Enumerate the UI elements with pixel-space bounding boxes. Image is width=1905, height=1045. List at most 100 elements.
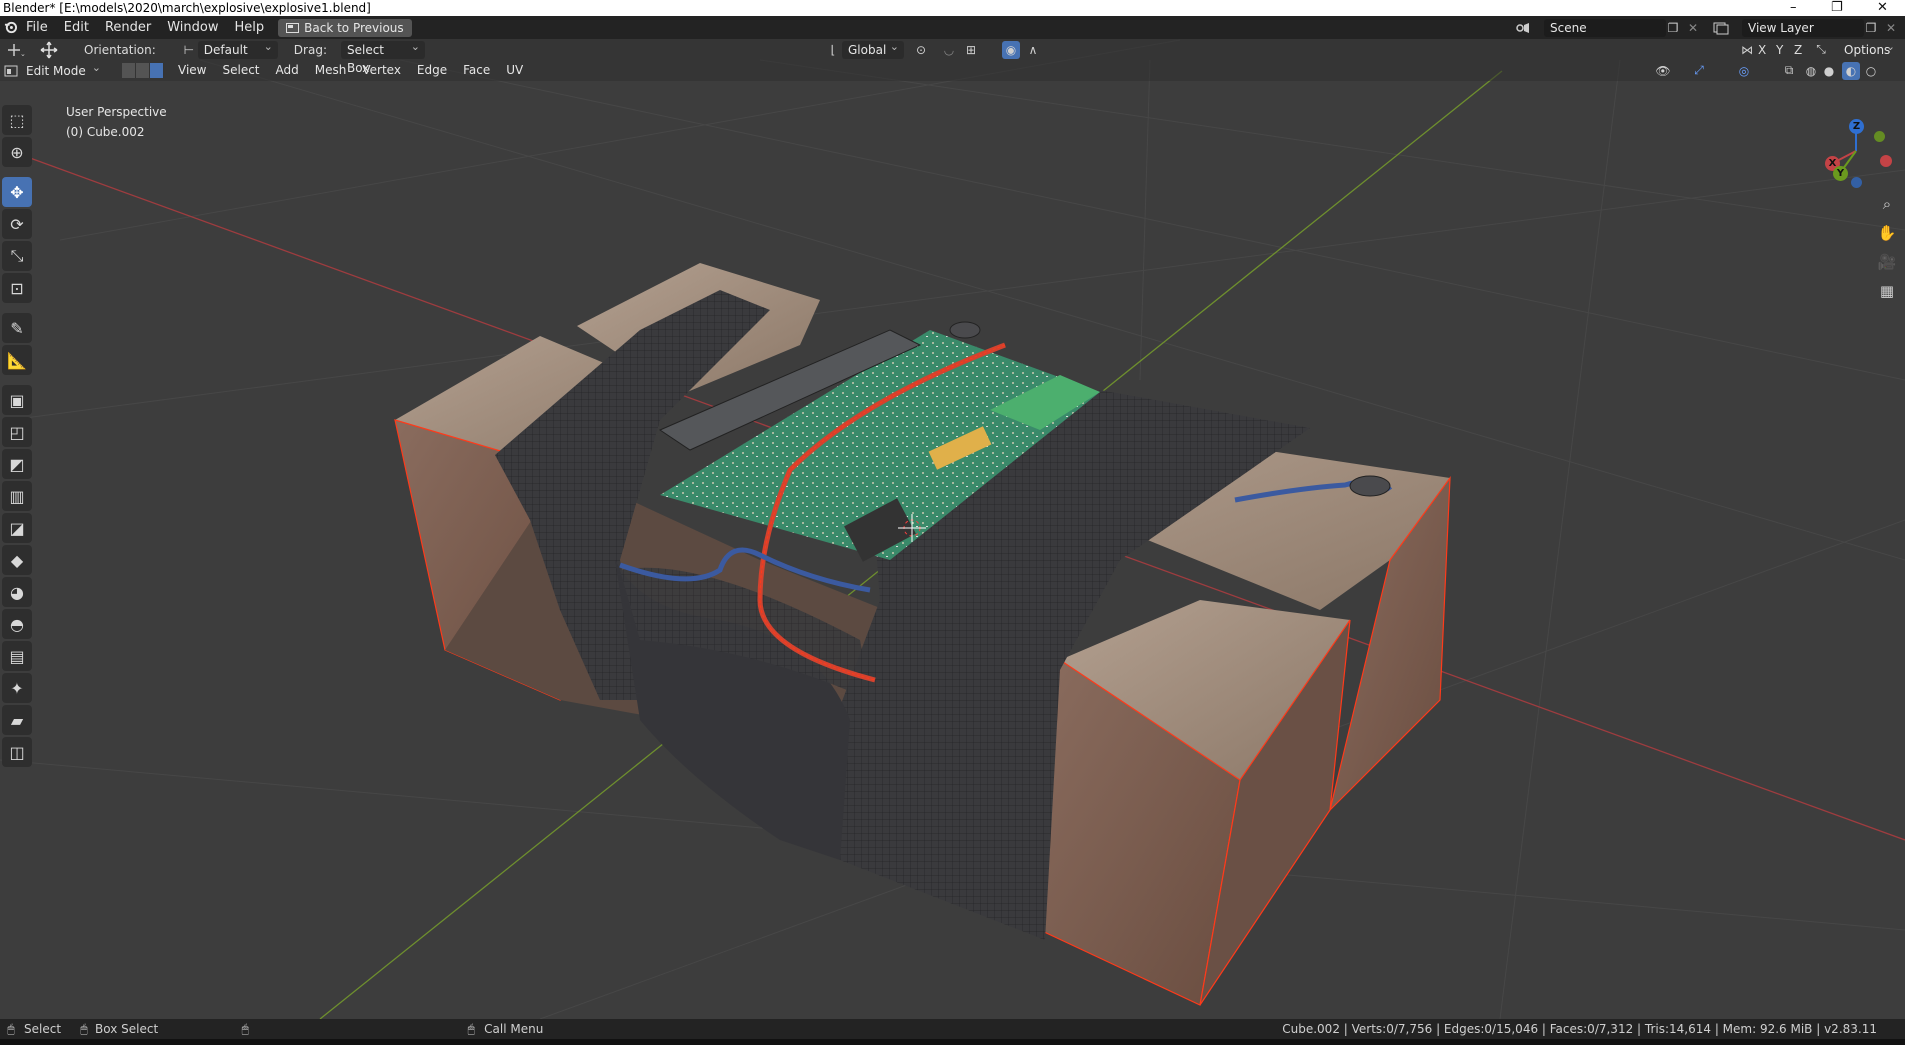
new-scene-icon[interactable]: ❐ (1664, 19, 1682, 37)
scale-icon[interactable]: ⤡ (2, 241, 32, 271)
vertex-select-icon[interactable] (122, 63, 136, 78)
menu-file[interactable]: File (18, 16, 56, 39)
snap-target-icon[interactable]: ⊞ (962, 41, 980, 59)
tool-settings-icon[interactable]: ⌄ (2, 41, 28, 59)
gizmo-y-axis[interactable]: Y (1833, 166, 1848, 181)
back-to-previous-button[interactable]: Back to Previous (278, 18, 412, 37)
snap-icon[interactable]: ◡ (940, 41, 958, 59)
zoom-icon[interactable]: ⌕ (1874, 191, 1900, 217)
falloff-icon[interactable]: ∧ (1024, 41, 1042, 59)
delete-view-layer-icon[interactable]: ✕ (1882, 19, 1900, 37)
mode-dropdown[interactable]: Edit Mode (20, 59, 106, 80)
close-icon[interactable]: ✕ (1877, 0, 1888, 16)
menu-mesh[interactable]: Mesh (307, 59, 355, 82)
xray-toggle-icon[interactable]: ⧉ (1780, 62, 1798, 80)
extrude-icon[interactable]: ▣ (2, 385, 32, 415)
select-mode-toggle[interactable] (122, 63, 164, 78)
viewport-header: Edit Mode View Select Add Mesh Vertex Ed… (0, 59, 1905, 82)
proportional-editing-icon[interactable]: ◉ (1002, 40, 1020, 59)
drag-label: Drag: (293, 42, 327, 57)
poly-build-icon[interactable]: ◆ (2, 545, 32, 575)
overlay-toggle-icon[interactable]: ◎ (1735, 62, 1753, 80)
loop-cut-icon[interactable]: ▥ (2, 481, 32, 511)
move-icon[interactable]: ✥ (2, 177, 32, 207)
orientation-dropdown[interactable]: Default (197, 39, 278, 59)
scene-name-field[interactable]: Scene (1544, 19, 1666, 37)
menu-uv[interactable]: UV (498, 59, 531, 82)
gizmo-neg-y[interactable] (1874, 131, 1885, 142)
navigation-gizmo[interactable]: Z X Y (1816, 111, 1896, 191)
face-select-icon[interactable] (150, 63, 164, 78)
blender-logo-icon[interactable] (2, 19, 18, 37)
shear-icon[interactable]: ▰ (2, 705, 32, 735)
gizmo-neg-x[interactable] (1880, 155, 1892, 167)
rotate-icon[interactable]: ⟳ (2, 209, 32, 239)
visibility-icon[interactable]: 👁 (1654, 62, 1672, 80)
menu-select[interactable]: Select (214, 59, 267, 82)
rip-icon[interactable]: ◫ (2, 737, 32, 767)
tool-settings-header: ⌄ Orientation: ⊢ Default Drag: Select Bo… (0, 39, 1905, 75)
menu-edge[interactable]: Edge (409, 59, 455, 82)
knife-icon[interactable]: ◪ (2, 513, 32, 543)
pan-hand-icon[interactable]: ✋ (1874, 220, 1900, 246)
mouse-right-menu-icon: 🖱 (467, 1021, 475, 1036)
new-view-layer-icon[interactable]: ❐ (1862, 19, 1880, 37)
annotate-icon[interactable]: ✎ (2, 313, 32, 343)
pivot-point-icon[interactable]: ⊙ (912, 41, 930, 59)
menu-view[interactable]: View (170, 59, 214, 82)
gizmo-z-axis[interactable]: Z (1849, 119, 1864, 134)
spin-icon[interactable]: ◕ (2, 577, 32, 607)
left-toolbar: ⬚ ⊕ ✥ ⟳ ⤡ ⊡ ✎ 📐 ▣ ◰ ◩ ▥ ◪ ◆ ◕ ◓ ▤ ✦ ▰ ◫ (0, 103, 34, 769)
move-tool-icon[interactable] (40, 41, 58, 59)
transform-orientation-icon: ⌊ (830, 42, 836, 57)
menu-face[interactable]: Face (455, 59, 498, 82)
transform-orientation-dropdown[interactable]: Global (842, 39, 904, 59)
menu-add[interactable]: Add (268, 59, 307, 82)
wireframe-shading-icon[interactable]: ◍ (1802, 62, 1820, 80)
edge-select-icon[interactable] (136, 63, 150, 78)
select-box-icon[interactable]: ⬚ (2, 105, 32, 135)
orientation-icon: ⊢ (183, 42, 195, 57)
mouse-right-icon: 🖱 (80, 1021, 88, 1036)
status-box-select-label: Box Select (95, 1022, 159, 1036)
tool-header-area: ⌄ Orientation: ⊢ Default Drag: Select Bo… (0, 39, 1905, 81)
edge-slide-icon[interactable]: ▤ (2, 641, 32, 671)
gizmo-neg-z[interactable] (1851, 177, 1862, 188)
menu-edit[interactable]: Edit (56, 16, 97, 39)
menu-window[interactable]: Window (159, 16, 226, 39)
perspective-toggle-icon[interactable]: ▦ (1874, 278, 1900, 304)
menu-render[interactable]: Render (97, 16, 159, 39)
minimize-icon[interactable]: – (1790, 0, 1797, 16)
mirror-axis-y[interactable]: Y (1776, 43, 1783, 57)
mirror-axis-x[interactable]: X (1758, 43, 1766, 57)
view-layer-name-field[interactable]: View Layer (1742, 19, 1864, 37)
orientation-label: Orientation: (84, 42, 156, 57)
restore-icon[interactable]: ❐ (1831, 0, 1843, 16)
gizmo-toggle-icon[interactable]: ⤢ (1690, 62, 1708, 80)
menu-help[interactable]: Help (227, 16, 273, 39)
editor-type-icon[interactable] (2, 62, 20, 80)
drag-dropdown[interactable]: Select Box (340, 39, 425, 75)
transform-icon[interactable]: ⊡ (2, 273, 32, 303)
camera-view-icon[interactable]: 🎥 (1874, 249, 1900, 275)
mirror-axis-z[interactable]: Z (1794, 43, 1802, 57)
auto-merge-icon[interactable]: ⤡ (1812, 41, 1830, 59)
view-layer-icon[interactable] (1712, 19, 1730, 37)
menu-vertex[interactable]: Vertex (354, 59, 409, 82)
mirror-icon[interactable]: ⋈ (1738, 41, 1756, 59)
delete-scene-icon[interactable]: ✕ (1684, 19, 1702, 37)
options-dropdown[interactable]: Options (1838, 39, 1900, 59)
status-select-label: Select (24, 1022, 62, 1036)
shrink-fatten-icon[interactable]: ✦ (2, 673, 32, 703)
scene-selector-icon[interactable] (1514, 19, 1532, 37)
cursor-icon[interactable]: ⊕ (2, 137, 32, 167)
rendered-shading-icon[interactable]: ○ (1862, 62, 1880, 80)
smooth-icon[interactable]: ◓ (2, 609, 32, 639)
bevel-icon[interactable]: ◩ (2, 449, 32, 479)
material-preview-shading-icon[interactable]: ◐ (1842, 61, 1860, 80)
solid-shading-icon[interactable]: ● (1820, 62, 1838, 80)
viewport-scene (0, 39, 1905, 1019)
3d-viewport[interactable]: ⌄ Orientation: ⊢ Default Drag: Select Bo… (0, 39, 1905, 1019)
inset-icon[interactable]: ◰ (2, 417, 32, 447)
measure-icon[interactable]: 📐 (2, 345, 32, 375)
